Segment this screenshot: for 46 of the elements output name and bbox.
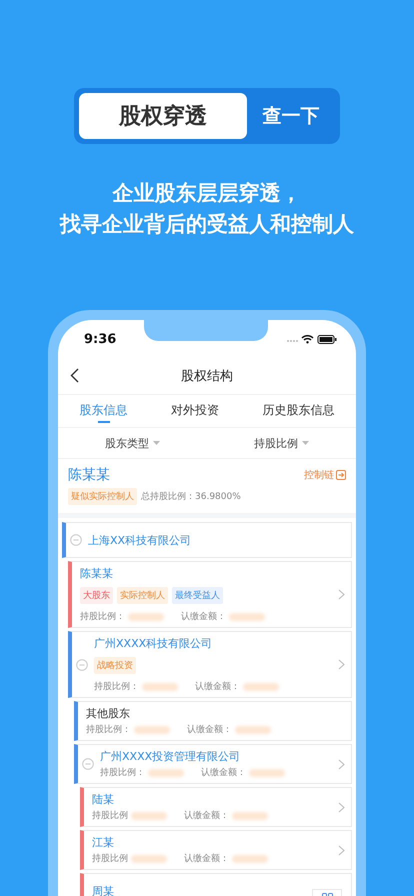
shareholder-card[interactable]: 江某 持股比例 认缴金额：: [80, 830, 352, 870]
amount-label: 认缴金额：: [184, 852, 229, 865]
shareholder-name: 广州XXXX科技有限公司: [94, 636, 212, 651]
tag: 最终受益人: [172, 587, 223, 604]
filter-dropdown[interactable]: 股东类型: [105, 436, 160, 450]
shareholder-card[interactable]: 陆某 持股比例 认缴金额：: [80, 787, 352, 827]
tag: 疑似实际控制人: [68, 488, 137, 505]
shareholder-card[interactable]: 周某: [80, 873, 352, 896]
amount-label: 认缴金额：: [195, 680, 240, 693]
shareholder-name: 周某: [92, 884, 114, 896]
company-card[interactable]: 其他股东 持股比例： 认缴金额：: [74, 701, 352, 741]
ratio-label: 持股比例：: [86, 724, 131, 736]
shareholder-name: 其他股东: [86, 706, 130, 721]
ratio-label: 持股比例: [92, 810, 128, 822]
ratio-label: 持股比例：: [94, 680, 139, 693]
company-card[interactable]: 上海XX科技有限公司: [62, 522, 352, 558]
filter-dropdown[interactable]: 持股比例: [254, 436, 309, 450]
amount-label: 认缴金额：: [201, 766, 246, 779]
search-field[interactable]: 股权穿透: [79, 93, 247, 139]
page-title: 股权结构: [181, 368, 233, 385]
tab[interactable]: 历史股东信息: [262, 395, 334, 427]
headline: 企业股东层层穿透， 找寻企业背后的受益人和控制人: [60, 180, 354, 238]
tab[interactable]: 股东信息: [80, 395, 128, 427]
ratio-label: 持股比例：: [100, 766, 145, 779]
tab[interactable]: 对外投资: [170, 395, 219, 427]
ratio-label: 持股比例: [92, 852, 128, 865]
company-card[interactable]: 广州XXXX投资管理有限公司 持股比例： 认缴金额：: [74, 744, 352, 784]
control-chain-link[interactable]: 控制链: [304, 468, 346, 482]
ratio-label: 持股比例：: [80, 610, 125, 623]
tag: 大股东: [80, 587, 113, 604]
amount-label: 认缴金额：: [184, 810, 229, 822]
company-card[interactable]: 广州XXXX科技有限公司 战略投资 持股比例： 认缴金额：: [68, 631, 352, 698]
shareholder-name: 陆某: [92, 792, 114, 807]
shareholder-card[interactable]: 陈某某 大股东 实际控制人 最终受益人 持股比例： 认缴金额：: [68, 561, 352, 628]
total-ratio: 总持股比例：36.9800%: [141, 490, 241, 503]
shareholder-name: 广州XXXX投资管理有限公司: [100, 749, 240, 764]
search-button[interactable]: 查一下: [247, 93, 335, 139]
shareholder-name: 江某: [92, 835, 114, 850]
tag: 战略投资: [94, 657, 136, 674]
shareholder-name: 上海XX科技有限公司: [88, 532, 192, 548]
person-name[interactable]: 陈某某: [68, 466, 110, 484]
tag: 实际控制人: [117, 587, 168, 604]
shareholder-name: 陈某某: [80, 566, 113, 581]
amount-label: 认缴金额：: [181, 610, 226, 623]
amount-label: 认缴金额：: [187, 724, 232, 736]
status-time: 9:36: [84, 332, 116, 346]
